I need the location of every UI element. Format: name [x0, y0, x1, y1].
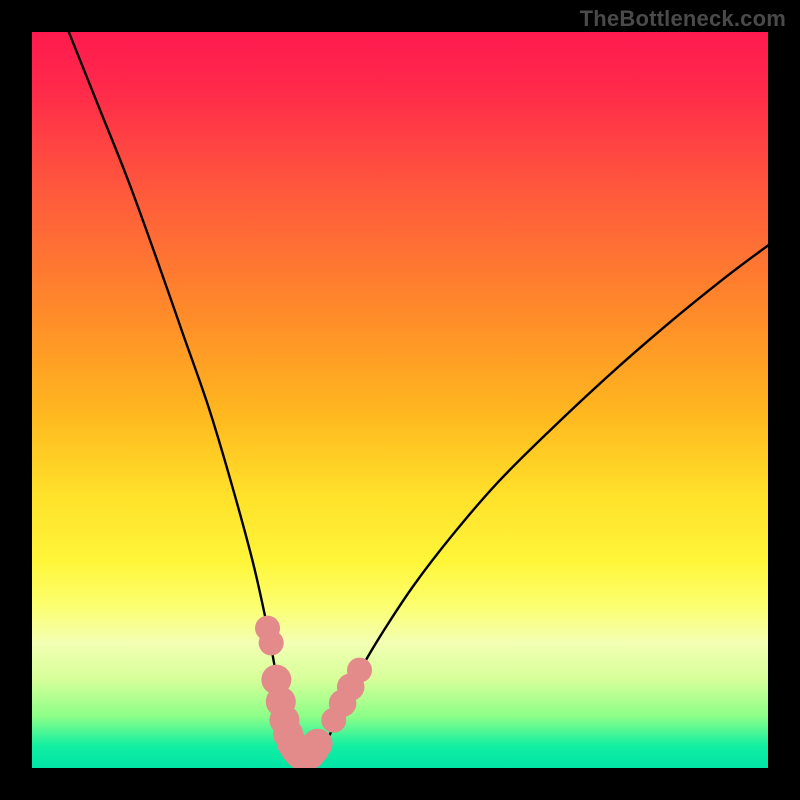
- bottleneck-curve: [69, 32, 768, 761]
- chart-frame: TheBottleneck.com: [0, 0, 800, 800]
- curve-marker: [303, 729, 333, 759]
- curve-marker: [259, 630, 284, 655]
- curve-marker: [347, 658, 372, 683]
- watermark-text: TheBottleneck.com: [580, 6, 786, 32]
- chart-svg: [32, 32, 768, 768]
- plot-area: [32, 32, 768, 768]
